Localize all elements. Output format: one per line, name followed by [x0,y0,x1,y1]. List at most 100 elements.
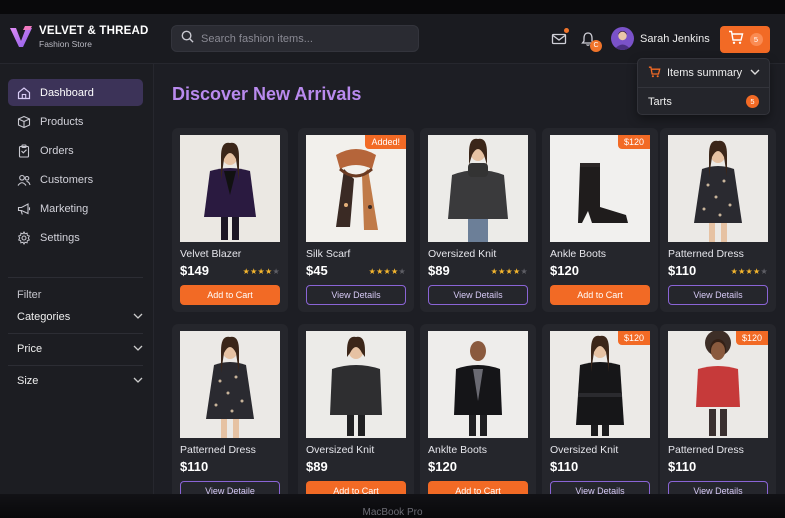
product-price: $45 [306,263,328,278]
product-price: $110 [180,459,209,474]
page-title: Discover New Arrivals [172,84,362,104]
product-card[interactable]: Velvet Blazer $149 ★★★★★ Add to Cart [172,128,288,312]
product-card[interactable]: Anklte Boots $120 Add to Cart [420,324,536,494]
product-name: Patterned Dress [668,248,744,260]
rating-stars: ★★★★★ [242,267,280,276]
dropdown-item-count: 5 [746,95,759,108]
users-icon [17,173,31,187]
sidebar-item-dashboard[interactable]: Dashboard [8,79,143,106]
sidebar-item-label: Products [40,115,84,128]
filter-label: Categories [17,311,71,323]
product-price: $120 [550,263,579,278]
sidebar-item-settings[interactable]: Settings [8,224,143,251]
product-image[interactable]: $120 [550,135,650,242]
rating-stars: ★★★★★ [368,267,406,276]
dropdown-header[interactable]: Items summary [638,59,769,88]
view-details-button[interactable]: View Details [668,481,768,494]
product-image[interactable]: $120 [668,331,768,438]
sidebar-divider [8,277,143,278]
chevron-down-icon [133,375,143,387]
rating-stars: ★★★★★ [730,267,768,276]
product-card[interactable]: Oversized Knit $89 Add to Cart [298,324,414,494]
product-image[interactable] [428,135,528,242]
add-to-cart-button[interactable]: Add to Cart [306,481,406,494]
screen-bezel-top [0,0,785,14]
add-to-cart-button[interactable]: Add to Cart [428,481,528,494]
device-label: MacBook Pro [362,507,423,518]
product-card[interactable]: $120 Patterned Dress $110 View Details [660,324,776,494]
add-to-cart-button[interactable]: Add to Cart [180,285,280,305]
product-name: Velvet Blazer [180,248,242,260]
product-name: Patterned Dress [668,444,744,456]
user-name[interactable]: Sarah Jenkins [640,33,710,45]
dropdown-item-label: Tarts [648,95,672,108]
product-name: Oversized Knit [428,248,497,260]
filter-label: Size [17,375,39,387]
sidebar-item-label: Customers [40,173,94,186]
product-image[interactable] [180,135,280,242]
app-screen: VELVET & THREAD Fashion Store C Sarah Je… [0,14,785,494]
product-price: $89 [306,459,328,474]
product-name: Oversized Knit [550,444,619,456]
sidebar-item-orders[interactable]: Orders [8,137,143,164]
filter-divider [8,333,143,334]
product-price: $110 [668,263,697,278]
cart-icon [648,66,661,81]
dropdown-item[interactable]: Tarts 5 [638,88,769,115]
view-details-button[interactable]: View Details [428,285,528,305]
filter-divider [8,365,143,366]
product-badge: $120 [735,331,768,345]
product-name: Silk Scarf [306,248,351,260]
mail-icon[interactable] [551,31,569,49]
product-card[interactable]: Added! Silk Scarf $45 ★★★★★ View Details [298,128,414,312]
product-name: Oversized Knit [306,444,375,456]
product-card[interactable]: $120 Oversized Knit $110 View Details [542,324,658,494]
sidebar-item-label: Orders [40,144,74,157]
add-to-cart-button[interactable]: Add to Cart [550,285,650,305]
product-card[interactable]: Patterned Dress $110 View Detaile [172,324,288,494]
product-name: Ankle Boots [550,248,607,260]
product-image[interactable] [668,135,768,242]
product-image[interactable] [306,331,406,438]
product-price: $120 [428,459,457,474]
product-badge: $120 [617,135,650,149]
product-image[interactable] [180,331,280,438]
product-price: $110 [668,459,697,474]
chevron-down-icon [133,311,143,323]
sidebar-item-label: Settings [40,231,80,244]
cart-button[interactable]: 5 [720,26,770,53]
filter-size[interactable]: Size [17,369,143,393]
filter-price[interactable]: Price [17,337,143,361]
sidebar-item-marketing[interactable]: Marketing [8,195,143,222]
sidebar-item-customers[interactable]: Customers [8,166,143,193]
brand-tagline: Fashion Store [39,39,92,49]
sidebar: Dashboard Products Orders Customers Mark… [0,64,154,494]
view-details-button[interactable]: View Details [668,285,768,305]
clipboard-icon [17,143,31,158]
search-bar[interactable] [171,25,419,52]
sidebar-item-label: Marketing [40,202,89,215]
view-details-button[interactable]: View Details [550,481,650,494]
product-card[interactable]: Oversized Knit $89 ★★★★★ View Details [420,128,536,312]
view-details-button[interactable]: View Detaile [180,481,280,494]
search-input[interactable] [201,32,401,45]
sidebar-item-products[interactable]: Products [8,108,143,135]
product-image[interactable] [428,331,528,438]
view-details-button[interactable]: View Details [306,285,406,305]
product-badge: Added! [365,135,406,149]
product-card[interactable]: $120 Ankle Boots $120 Add to Cart [542,128,658,312]
filter-title: Filter [17,289,42,301]
product-image[interactable]: $120 [550,331,650,438]
box-icon [17,115,31,129]
home-icon [17,86,31,100]
brand[interactable]: VELVET & THREAD Fashion Store [8,24,149,50]
avatar[interactable] [611,27,634,50]
cart-count-badge: 5 [749,33,763,46]
product-image[interactable]: Added! [306,135,406,242]
filter-label: Price [17,343,43,355]
chevron-down-icon [133,343,143,355]
product-price: $149 [180,263,209,278]
filter-categories[interactable]: Categories [17,305,143,329]
gear-icon [17,230,31,245]
product-card[interactable]: Patterned Dress $110 ★★★★★ View Details [660,128,776,312]
